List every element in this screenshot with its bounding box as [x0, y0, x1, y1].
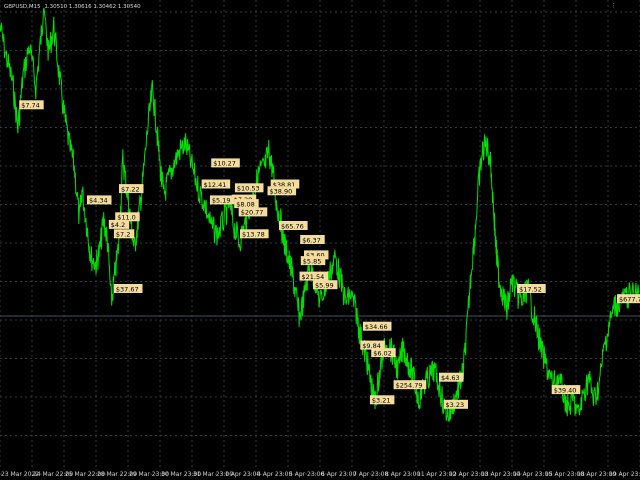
- profit-label[interactable]: $17.52: [517, 284, 546, 293]
- profit-label[interactable]: $13.78: [240, 229, 269, 239]
- profit-label-text: $34.66: [365, 323, 388, 331]
- profit-label[interactable]: $5.19: [209, 195, 235, 205]
- profit-label[interactable]: $7.74: [19, 100, 44, 110]
- profit-label-text: $5.99: [315, 282, 334, 290]
- profit-label[interactable]: $5.85: [300, 256, 326, 265]
- x-tick-label: 19 Apr 23:00: [609, 471, 640, 478]
- time-axis: 23 Mar 202224 Mar 22:0025 Mar 22:0028 Ma…: [1, 471, 640, 478]
- profit-label-text: $3.23: [446, 401, 465, 409]
- profit-label[interactable]: $10.53: [234, 183, 264, 193]
- profit-label[interactable]: $21.54: [299, 271, 329, 281]
- profit-label-text: $677.78: [619, 296, 640, 304]
- x-tick-label: 5 Apr 23:00: [289, 471, 324, 478]
- profit-label-text: $10.53: [237, 185, 260, 193]
- profit-label[interactable]: $677.78: [617, 294, 640, 304]
- profit-label[interactable]: $39.40: [551, 385, 581, 394]
- profit-label[interactable]: $6.02: [371, 348, 396, 357]
- profit-label-text: $37.67: [116, 285, 139, 293]
- profit-label-text: $38.90: [270, 188, 293, 196]
- profit-label[interactable]: $65.76: [279, 221, 308, 230]
- profit-label-text: $3.21: [372, 397, 391, 405]
- profit-label-text: $6.02: [373, 349, 392, 357]
- chart-window[interactable]: $7.74 $4.34 $7.22 $11.0 $4.2 $7.2 $37.67 $10.27…: [0, 0, 640, 480]
- profit-label-text: $10.27: [213, 160, 236, 168]
- profit-label-text: $12.41: [204, 181, 227, 189]
- profit-label[interactable]: $5.99: [313, 280, 338, 290]
- profit-label-text: $6.37: [302, 236, 321, 244]
- profit-label-text: $7.22: [121, 185, 140, 193]
- price-chart[interactable]: $7.74$4.34$7.22$11.0$4.2$7.2$37.67$10.27…: [0, 0, 640, 480]
- chart-corner-marker: ⋮: [611, 3, 617, 9]
- profit-label[interactable]: $34.66: [362, 321, 392, 331]
- profit-label[interactable]: $7.2: [113, 229, 135, 239]
- profit-label[interactable]: $4.34: [87, 195, 112, 205]
- profit-label[interactable]: $37.67: [113, 284, 143, 293]
- profit-label[interactable]: $20.77: [238, 207, 268, 217]
- profit-label[interactable]: $7.22: [119, 184, 144, 193]
- profit-label[interactable]: $4.63: [439, 372, 464, 382]
- x-tick-label: 4 Apr 23:00: [257, 471, 292, 478]
- profit-label-text: $5.85: [303, 257, 322, 265]
- x-tick-label: 1 Apr 23:00: [225, 471, 260, 478]
- x-tick-label: 6 Apr 23:00: [321, 471, 356, 478]
- x-tick-label: 7 Apr 23:00: [353, 471, 388, 478]
- profit-label-text: $4.2: [111, 221, 125, 229]
- symbol-timeframe-label: GBPUSD,M15 1.30510 1.30616 1.30462 1.305…: [4, 4, 141, 10]
- profit-label[interactable]: $8.08: [234, 199, 259, 208]
- profit-label-text: $4.34: [89, 197, 108, 205]
- profit-label-text: $65.76: [281, 222, 304, 230]
- profit-label-text: $4.63: [441, 374, 460, 382]
- profit-label-text: $13.78: [242, 231, 265, 239]
- profit-label[interactable]: $3.21: [369, 395, 395, 405]
- profit-label-text: $5.19: [212, 197, 231, 205]
- profit-label[interactable]: $3.23: [443, 399, 469, 409]
- profit-label[interactable]: $4.2: [108, 219, 130, 229]
- profit-label-text: $254.79: [396, 382, 423, 390]
- profit-label[interactable]: $6.37: [300, 235, 325, 244]
- x-tick-label: 8 Apr 23:00: [385, 471, 420, 478]
- profit-label[interactable]: $12.41: [201, 179, 231, 189]
- profit-label-text: $17.52: [519, 285, 542, 293]
- profit-label-text: $39.40: [554, 386, 577, 394]
- profit-label-text: $7.2: [116, 231, 130, 239]
- profit-label-text: $20.77: [241, 209, 264, 217]
- profit-label[interactable]: $38.90: [267, 186, 297, 196]
- profit-label[interactable]: $10.27: [211, 158, 240, 168]
- profit-label-text: $8.08: [236, 200, 255, 208]
- profit-label-text: $7.74: [21, 102, 40, 110]
- profit-label-text: $21.54: [302, 273, 325, 281]
- profit-label[interactable]: $254.79: [393, 380, 427, 390]
